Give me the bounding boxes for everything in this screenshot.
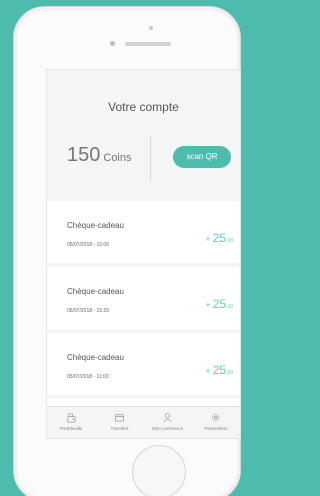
transaction-row[interactable]: Chèque-cadeau 05/07/2018 - 11:00 +25,00 bbox=[47, 333, 240, 395]
transaction-amount: +25,00 bbox=[205, 229, 233, 247]
balance-amount: 150 bbox=[67, 144, 101, 166]
wallet-icon bbox=[67, 413, 76, 423]
amount-integer: 25 bbox=[212, 363, 227, 377]
amount-sign: + bbox=[205, 366, 211, 376]
transaction-date: 05/07/2018 - 15:20 bbox=[67, 308, 109, 314]
tab-my-shop[interactable]: Mon commerce bbox=[144, 407, 192, 438]
proximity-sensor bbox=[110, 41, 115, 46]
tab-transfer[interactable]: Transfert bbox=[95, 407, 143, 438]
page-title: Votre compte bbox=[108, 100, 179, 114]
amount-sign: + bbox=[205, 234, 211, 244]
tab-bar: Portefeuille Transfert Mon commerce Para… bbox=[47, 406, 240, 438]
balance-unit: Coins bbox=[103, 152, 132, 164]
balance-divider bbox=[150, 136, 151, 182]
phone-frame: Votre compte 150 Coins scan QR Chèque-cad… bbox=[13, 6, 241, 496]
front-camera bbox=[149, 26, 153, 30]
transaction-amount: +25,00 bbox=[205, 361, 233, 379]
transaction-list: Chèque-cadeau 05/07/2018 - 15:06 +25,00 … bbox=[47, 201, 240, 423]
tab-wallet[interactable]: Portefeuille bbox=[47, 407, 95, 438]
amount-decimal: ,00 bbox=[226, 370, 233, 376]
transaction-label: Chèque-cadeau bbox=[67, 287, 124, 296]
tab-label: Portefeuille bbox=[59, 426, 83, 431]
tab-label: Mon commerce bbox=[152, 426, 184, 431]
tab-settings[interactable]: Paramètres bbox=[192, 407, 240, 438]
gear-icon bbox=[212, 413, 220, 422]
amount-integer: 25 bbox=[212, 297, 227, 311]
amount-integer: 25 bbox=[212, 231, 227, 245]
user-icon bbox=[163, 413, 172, 423]
transfer-icon bbox=[114, 414, 124, 422]
amount-decimal: ,00 bbox=[226, 238, 233, 244]
transaction-amount: +25,00 bbox=[205, 295, 233, 313]
transaction-label: Chèque-cadeau bbox=[67, 221, 124, 230]
transaction-row[interactable]: Chèque-cadeau 05/07/2018 - 15:06 +25,00 bbox=[47, 201, 240, 263]
app-screen: Votre compte 150 Coins scan QR Chèque-cad… bbox=[46, 69, 241, 439]
home-button[interactable] bbox=[132, 445, 186, 496]
earpiece-speaker bbox=[125, 42, 171, 46]
amount-decimal: ,00 bbox=[226, 304, 233, 310]
tab-label: Transfert bbox=[110, 426, 129, 431]
transaction-row[interactable]: Chèque-cadeau 05/07/2018 - 15:20 +25,00 bbox=[47, 267, 240, 329]
tab-label: Paramètres bbox=[204, 426, 228, 431]
amount-sign: + bbox=[205, 300, 211, 310]
transaction-date: 05/07/2018 - 15:06 bbox=[67, 242, 109, 248]
scan-qr-button[interactable]: scan QR bbox=[173, 146, 231, 168]
coin-balance: 150 Coins bbox=[67, 144, 132, 167]
transaction-date: 05/07/2018 - 11:00 bbox=[67, 374, 109, 380]
transaction-label: Chèque-cadeau bbox=[67, 353, 124, 362]
